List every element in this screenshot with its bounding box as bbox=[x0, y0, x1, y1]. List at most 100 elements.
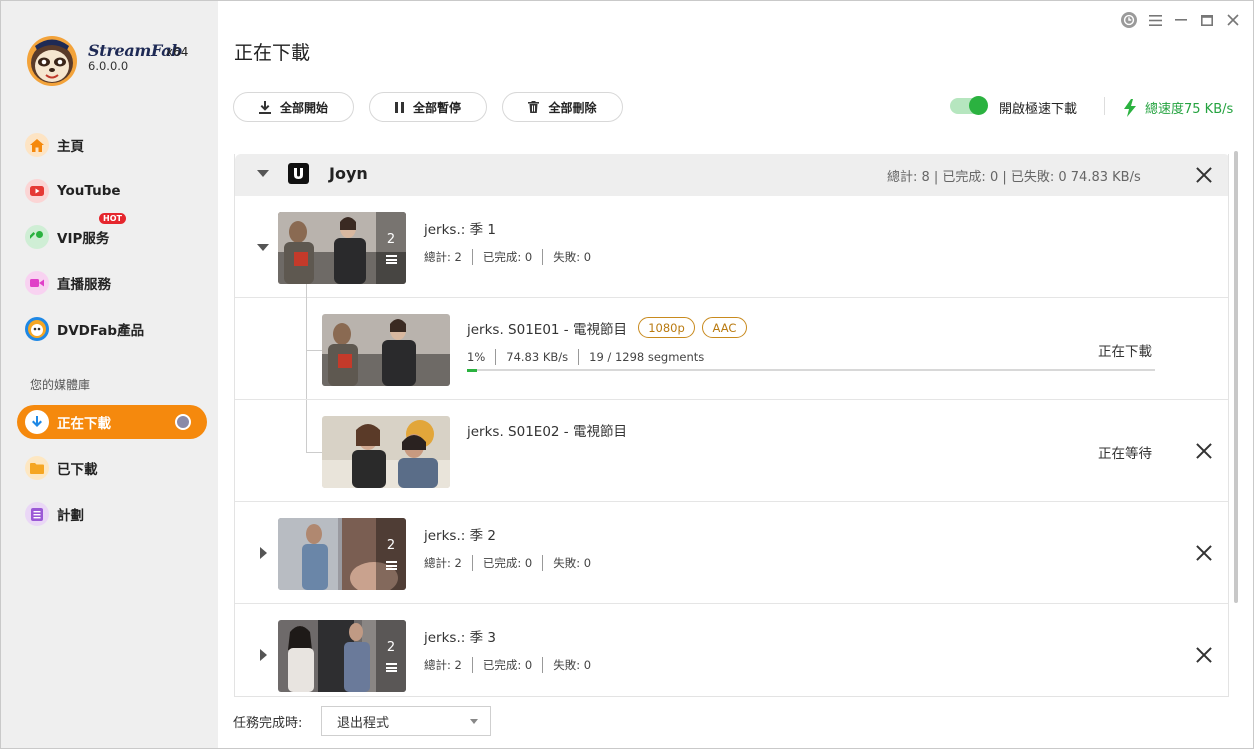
sidebar-item-live[interactable]: 直播服務 bbox=[17, 266, 207, 300]
schedule-icon bbox=[25, 502, 49, 526]
start-all-button[interactable]: 全部開始 bbox=[233, 92, 354, 122]
season-row[interactable]: 2 jerks.: 季 2 總計: 2 已完成: 0 失敗: 0 bbox=[235, 502, 1228, 604]
season-thumbnail: 2 bbox=[278, 518, 406, 590]
minimize-icon[interactable] bbox=[1173, 11, 1189, 29]
collapse-icon[interactable] bbox=[257, 170, 269, 177]
season-title: jerks.: 季 3 bbox=[424, 630, 496, 646]
audio-tag: AAC bbox=[702, 317, 747, 338]
episode-status: 正在下載 bbox=[1098, 344, 1152, 360]
done-value: 0 bbox=[524, 658, 533, 672]
episode-row[interactable]: jerks. S01E01 - 電視節目 1080p AAC 1% 74.83 … bbox=[235, 298, 1228, 400]
turbo-download-toggle[interactable] bbox=[950, 96, 988, 115]
library-section-label: 您的媒體庫 bbox=[30, 378, 91, 392]
window-controls bbox=[1121, 11, 1241, 29]
close-group-icon[interactable] bbox=[1195, 166, 1213, 184]
season-row[interactable]: 2 jerks.: 季 1 總計: 2 已完成: 0 失敗: 0 bbox=[235, 196, 1228, 298]
download-list: Joyn 總計: 8 | 已完成: 0 | 已失敗: 0 74.83 KB/s bbox=[234, 154, 1229, 697]
on-complete-label: 任務完成時: bbox=[233, 716, 303, 731]
sidebar-item-label: 計劃 bbox=[57, 508, 84, 524]
sidebar-item-label: 主頁 bbox=[57, 139, 84, 155]
remove-season-icon[interactable] bbox=[1195, 646, 1213, 664]
download-icon bbox=[258, 100, 271, 114]
season-thumbnail: 2 bbox=[278, 620, 406, 692]
pause-all-label: 全部暫停 bbox=[412, 100, 461, 115]
on-complete-select[interactable]: 退出程式 bbox=[321, 706, 491, 736]
sidebar: StreamFab x64 6.0.0.0 主頁 YouTube VIP服务 H… bbox=[1, 1, 218, 748]
episode-progress-stats: 1% 74.83 KB/s 19 / 1298 segments bbox=[467, 349, 704, 365]
expand-icon[interactable] bbox=[260, 649, 267, 661]
collapse-icon[interactable] bbox=[257, 244, 269, 251]
sidebar-item-dvdfab[interactable]: DVDFab產品 bbox=[17, 312, 207, 346]
history-icon[interactable] bbox=[1121, 11, 1137, 29]
episode-count-value: 2 bbox=[386, 538, 396, 553]
failed-value: 0 bbox=[583, 556, 592, 570]
expand-icon[interactable] bbox=[260, 547, 267, 559]
remove-season-icon[interactable] bbox=[1195, 544, 1213, 562]
sidebar-item-label: VIP服务 bbox=[57, 231, 110, 247]
maximize-icon[interactable] bbox=[1199, 11, 1215, 29]
done-value: 0 bbox=[524, 556, 533, 570]
sidebar-item-label: 直播服務 bbox=[57, 277, 111, 293]
menu-icon[interactable] bbox=[1147, 11, 1163, 29]
group-stats: 總計: 8 | 已完成: 0 | 已失敗: 0 74.83 KB/s bbox=[887, 170, 1141, 185]
delete-all-button[interactable]: 全部刪除 bbox=[502, 92, 623, 122]
scrollbar[interactable] bbox=[1234, 151, 1238, 603]
total-value: 2 bbox=[454, 658, 462, 672]
sidebar-item-schedule[interactable]: 計劃 bbox=[17, 497, 207, 531]
progress-percent: 1% bbox=[467, 350, 486, 364]
season-stats: 總計: 2 已完成: 0 失敗: 0 bbox=[424, 657, 591, 673]
season-title: jerks.: 季 2 bbox=[424, 528, 496, 544]
resolution-tag: 1080p bbox=[638, 317, 695, 338]
pause-all-button[interactable]: 全部暫停 bbox=[369, 92, 487, 122]
episode-title: jerks. S01E02 - 電視節目 bbox=[467, 424, 627, 440]
streamfab-logo bbox=[23, 31, 81, 87]
turbo-download-label: 開啟極速下載 bbox=[999, 102, 1078, 117]
episode-count-value: 2 bbox=[386, 640, 396, 655]
remove-episode-icon[interactable] bbox=[1195, 442, 1213, 460]
sidebar-item-downloaded[interactable]: 已下載 bbox=[17, 451, 207, 485]
failed-value: 0 bbox=[583, 658, 592, 672]
episode-count: 2 bbox=[376, 212, 406, 284]
on-complete-value: 退出程式 bbox=[337, 715, 390, 731]
folder-icon bbox=[25, 456, 49, 480]
episode-status: 正在等待 bbox=[1098, 446, 1152, 462]
episode-thumbnail bbox=[322, 314, 450, 386]
youtube-icon bbox=[25, 179, 49, 203]
total-value: 2 bbox=[454, 250, 462, 264]
group-header-joyn[interactable]: Joyn 總計: 8 | 已完成: 0 | 已失敗: 0 74.83 KB/s bbox=[235, 154, 1228, 196]
sidebar-item-home[interactable]: 主頁 bbox=[17, 128, 207, 162]
sidebar-item-vip[interactable]: VIP服务 HOT bbox=[17, 213, 207, 254]
sidebar-item-label: 正在下載 bbox=[57, 416, 111, 432]
season-row[interactable]: 2 jerks.: 季 3 總計: 2 已完成: 0 失敗: 0 bbox=[235, 604, 1228, 696]
hot-badge: HOT bbox=[99, 213, 126, 224]
failed-label: 失敗: bbox=[553, 250, 581, 264]
episode-title: jerks. S01E01 - 電視節目 bbox=[467, 322, 627, 338]
sidebar-item-label: 已下載 bbox=[57, 462, 98, 478]
chevron-down-icon bbox=[470, 719, 478, 724]
sidebar-item-youtube[interactable]: YouTube bbox=[17, 174, 207, 208]
dvdfab-icon bbox=[25, 317, 49, 341]
close-window-icon[interactable] bbox=[1225, 11, 1241, 29]
progress-fill bbox=[467, 368, 478, 372]
failed-value: 0 bbox=[583, 250, 592, 264]
brand-arch: x64 bbox=[166, 45, 189, 59]
episode-row[interactable]: jerks. S01E02 - 電視節目 正在等待 bbox=[235, 400, 1228, 502]
season-thumbnail: 2 bbox=[278, 212, 406, 284]
done-value: 0 bbox=[524, 250, 533, 264]
season-stats: 總計: 2 已完成: 0 失敗: 0 bbox=[424, 249, 591, 265]
total-label: 總計: bbox=[424, 556, 451, 570]
total-value: 2 bbox=[454, 556, 462, 570]
season-title: jerks.: 季 1 bbox=[424, 222, 496, 238]
lightning-icon bbox=[1124, 98, 1136, 117]
sidebar-item-downloading[interactable]: 正在下載 bbox=[17, 405, 207, 439]
total-label: 總計: bbox=[424, 658, 451, 672]
episode-thumbnail bbox=[322, 416, 450, 488]
season-stats: 總計: 2 已完成: 0 失敗: 0 bbox=[424, 555, 591, 571]
app-version: 6.0.0.0 bbox=[88, 59, 129, 73]
done-label: 已完成: bbox=[482, 250, 522, 264]
group-name: Joyn bbox=[329, 164, 368, 183]
failed-label: 失敗: bbox=[553, 556, 581, 570]
delete-all-label: 全部刪除 bbox=[548, 100, 597, 115]
playlist-icon bbox=[385, 663, 397, 672]
done-label: 已完成: bbox=[482, 658, 522, 672]
